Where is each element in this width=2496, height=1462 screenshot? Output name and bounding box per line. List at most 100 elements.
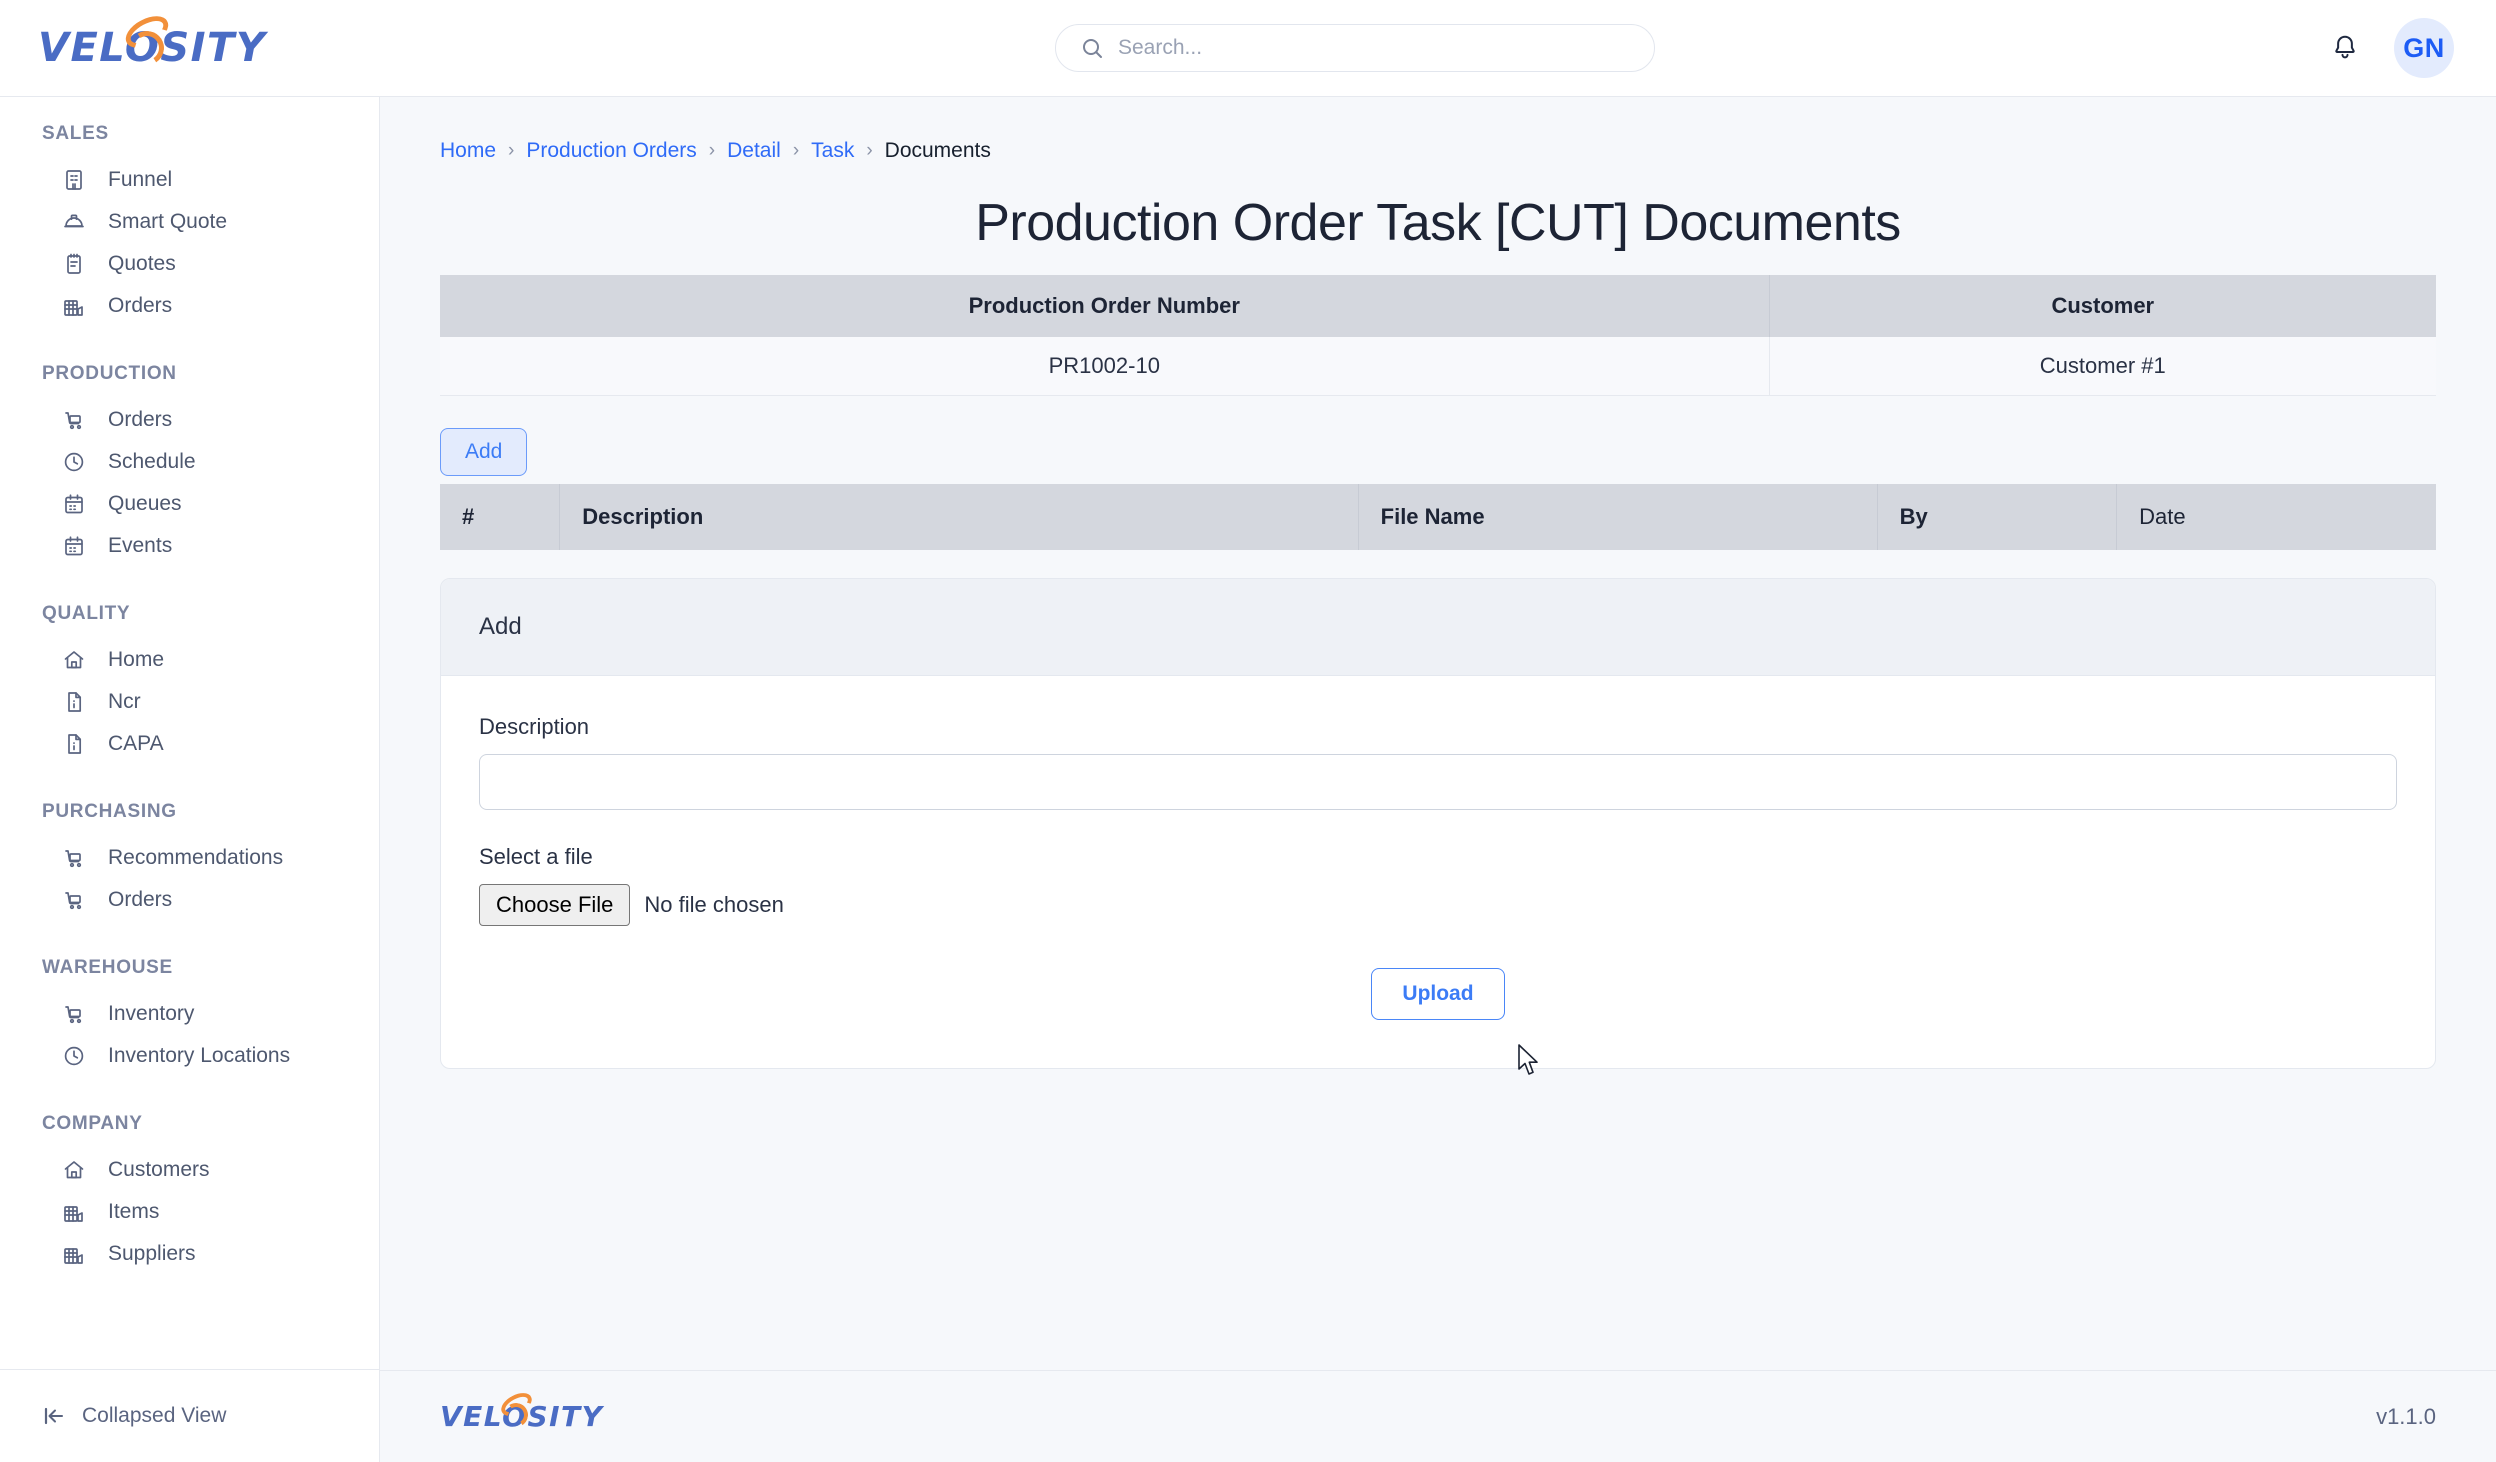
documents-table: # Description File Name By Date	[440, 484, 2436, 550]
sidebar-item-label: Funnel	[108, 168, 173, 191]
description-label: Description	[479, 714, 590, 739]
sidebar-item-label: Orders	[108, 888, 173, 911]
sidebar-item-suppliers[interactable]: Suppliers	[0, 1233, 379, 1275]
select-file-label: Select a file	[479, 844, 593, 869]
main-area: Home › Production Orders › Detail › Task › Docum…	[380, 97, 2496, 1462]
add-document-form: Description Select a file Choose File No…	[441, 676, 2435, 1068]
sidebar-item-quotes[interactable]: Quotes	[0, 243, 379, 285]
home-icon	[62, 648, 86, 672]
column-header: File Name	[1358, 484, 1878, 550]
sidebar-collapse-label: Collapsed View	[82, 1404, 227, 1427]
factory-icon	[62, 294, 86, 318]
clipboard-icon	[62, 252, 86, 276]
sidebar-item-orders[interactable]: Orders	[0, 879, 379, 921]
sidebar-item-label: Customers	[108, 1158, 210, 1181]
sidebar-item-home[interactable]: Home	[0, 639, 379, 681]
file-icon	[62, 732, 86, 756]
avatar-initials: GN	[2403, 32, 2445, 63]
sidebar-item-funnel[interactable]: Funnel	[0, 159, 379, 201]
column-header: Description	[559, 484, 1359, 550]
breadcrumb-item-production-orders[interactable]: Production Orders	[526, 139, 696, 163]
footer-logo: VELOSITY	[440, 1388, 603, 1433]
breadcrumb-item-task[interactable]: Task	[811, 139, 854, 163]
sidebar-group-title: PURCHASING	[42, 801, 177, 822]
sidebar-item-label: Schedule	[108, 450, 196, 473]
sidebar-group-title: COMPANY	[42, 1113, 143, 1134]
sidebar-item-capa[interactable]: CAPA	[0, 723, 379, 765]
sidebar-group-title: SALES	[42, 123, 109, 144]
sidebar-collapse-toggle[interactable]: Collapsed View	[0, 1369, 379, 1462]
hardhat-icon	[62, 210, 86, 234]
upload-button[interactable]: Upload	[1371, 968, 1505, 1020]
sidebar-group: PRODUCTION Orders Schedule Queues Events	[0, 363, 379, 567]
add-button[interactable]: Add	[440, 428, 528, 476]
brand-logo[interactable]: VELOSITY	[0, 9, 380, 71]
table-row: PR1002-10 Customer #1	[440, 337, 2436, 396]
sidebar-group-title: PRODUCTION	[42, 363, 177, 384]
factory-icon	[62, 1242, 86, 1266]
search-box[interactable]	[1055, 24, 1655, 72]
sidebar-group-title: WAREHOUSE	[42, 957, 173, 978]
file-name-text: No file chosen	[644, 892, 784, 917]
sidebar: SALES Funnel Smart Quote Quotes Orders PRODUC…	[0, 97, 380, 1462]
search-input[interactable]	[1118, 36, 1630, 60]
sidebar-item-label: Ncr	[108, 690, 141, 713]
sidebar-item-inventory-locations[interactable]: Inventory Locations	[0, 1035, 379, 1077]
description-input[interactable]	[479, 754, 2397, 810]
sidebar-item-inventory[interactable]: Inventory	[0, 993, 379, 1035]
cart-icon	[62, 888, 86, 912]
sidebar-item-label: Suppliers	[108, 1242, 196, 1265]
page-title: Production Order Task [CUT] Documents	[975, 194, 1901, 252]
cart-icon	[62, 846, 86, 870]
cart-icon	[62, 1002, 86, 1026]
sidebar-item-label: CAPA	[108, 732, 164, 755]
sidebar-item-label: Inventory Locations	[108, 1044, 291, 1067]
add-document-card: Add Description Select a file Choose Fil…	[440, 578, 2436, 1069]
breadcrumb-item-home[interactable]: Home	[440, 139, 496, 163]
table-cell: Customer #1	[1769, 337, 2436, 396]
bell-icon[interactable]	[2330, 32, 2360, 64]
sidebar-item-orders[interactable]: Orders	[0, 285, 379, 327]
version-label: v1.1.0	[2376, 1403, 2436, 1429]
sidebar-nav: SALES Funnel Smart Quote Quotes Orders PRODUC…	[0, 97, 379, 1369]
app-root: VELOSITY GN	[0, 0, 2496, 1462]
table-header-row: # Description File Name By Date	[440, 484, 2436, 550]
breadcrumb-separator: ›	[508, 140, 515, 161]
column-header: Production Order Number	[440, 275, 1770, 337]
sidebar-item-label: Orders	[108, 294, 173, 317]
breadcrumb: Home › Production Orders › Detail › Task › Docum…	[440, 97, 2436, 163]
global-search-area	[380, 24, 2330, 72]
sidebar-item-orders[interactable]: Orders	[0, 399, 379, 441]
file-icon	[62, 690, 86, 714]
column-header: Customer	[1769, 275, 2436, 337]
sidebar-group: COMPANY Customers Items Suppliers	[0, 1113, 379, 1275]
breadcrumb-separator: ›	[792, 140, 800, 161]
collapse-left-icon	[44, 1407, 63, 1425]
sidebar-item-recommendations[interactable]: Recommendations	[0, 837, 379, 879]
breadcrumb-item-documents: Documents	[884, 139, 991, 162]
avatar[interactable]: GN	[2394, 18, 2454, 78]
sidebar-item-smart-quote[interactable]: Smart Quote	[0, 201, 379, 243]
column-header: Date	[2116, 484, 2436, 550]
calendar-icon	[62, 534, 86, 558]
sidebar-item-queues[interactable]: Queues	[0, 483, 379, 525]
calendar-icon	[62, 492, 86, 516]
sidebar-item-items[interactable]: Items	[0, 1191, 379, 1233]
sidebar-group: WAREHOUSE Inventory Inventory Locations	[0, 957, 379, 1077]
sidebar-item-events[interactable]: Events	[0, 525, 379, 567]
sidebar-item-label: Smart Quote	[108, 210, 228, 233]
sidebar-item-label: Quotes	[108, 252, 176, 275]
file-field: Select a file Choose File No file chosen	[479, 844, 2397, 926]
sidebar-item-ncr[interactable]: Ncr	[0, 681, 379, 723]
search-icon	[1083, 39, 1102, 58]
sidebar-item-label: Queues	[108, 492, 182, 515]
sidebar-item-schedule[interactable]: Schedule	[0, 441, 379, 483]
column-header: By	[1877, 484, 2118, 550]
factory-icon	[62, 1200, 86, 1224]
clock-icon	[62, 450, 86, 474]
choose-file-button[interactable]: Choose File	[479, 884, 631, 926]
sidebar-item-customers[interactable]: Customers	[0, 1149, 379, 1191]
breadcrumb-item-detail[interactable]: Detail	[727, 139, 781, 163]
file-input[interactable]: Choose File No file chosen	[479, 884, 2397, 926]
breadcrumb-separator: ›	[866, 140, 873, 161]
